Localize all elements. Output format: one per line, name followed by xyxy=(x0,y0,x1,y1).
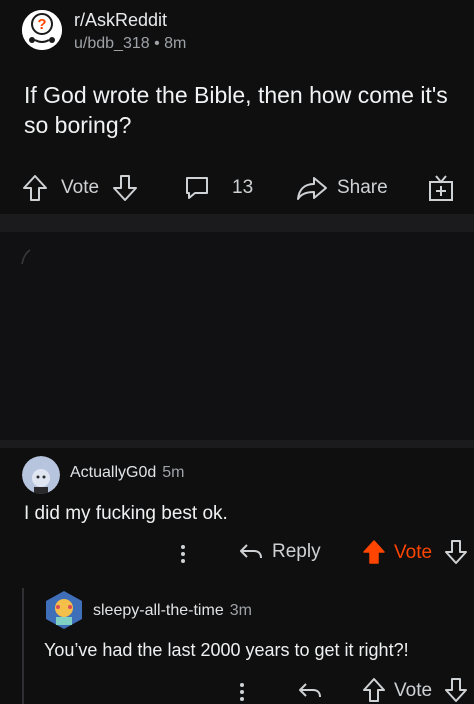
share-icon xyxy=(297,177,327,200)
comment-body[interactable]: I did my fucking best ok. xyxy=(24,503,228,525)
post-vote-label: Vote xyxy=(61,177,100,198)
reply-label: Reply xyxy=(272,541,321,562)
comment-actions: Vote xyxy=(0,675,474,704)
meta-separator: • xyxy=(154,35,160,52)
avatar[interactable] xyxy=(22,456,60,494)
reply-icon xyxy=(299,683,321,698)
post-downvote-button[interactable] xyxy=(112,168,138,208)
askreddit-icon[interactable]: ? xyxy=(22,10,62,50)
comment-author-row: ActuallyG0d 5m xyxy=(70,464,185,482)
upvote-icon xyxy=(23,175,47,201)
section-divider xyxy=(0,214,474,232)
post-title[interactable]: If God wrote the Bible, then how come it… xyxy=(24,80,454,140)
post-header: ? r/AskReddit u/bdb_318 • 8m xyxy=(22,8,452,58)
post-media-area xyxy=(0,232,474,440)
comment-actions: Reply Vote xyxy=(0,537,474,567)
comment-time: 5m xyxy=(162,464,185,481)
comment-reply: sleepy-all-the-time 3m You’ve had the las… xyxy=(0,588,474,704)
svg-text:?: ? xyxy=(37,16,46,33)
comment-upvote-button[interactable] xyxy=(362,539,386,571)
award-button[interactable] xyxy=(428,168,454,208)
downvote-icon xyxy=(445,678,467,702)
post-age: 8m xyxy=(164,35,187,52)
comment-icon xyxy=(186,177,208,199)
more-button[interactable] xyxy=(178,543,188,571)
post-upvote-button[interactable] xyxy=(22,168,48,208)
comment: ActuallyG0d 5m I did my fucking best ok. … xyxy=(0,448,474,588)
share-button[interactable] xyxy=(296,168,328,208)
downvote-icon xyxy=(445,540,467,564)
section-divider-2 xyxy=(0,440,474,448)
post-meta: u/bdb_318 • 8m xyxy=(74,35,186,53)
share-label: Share xyxy=(337,177,388,198)
subreddit-name[interactable]: r/AskReddit xyxy=(74,10,167,31)
comment-body[interactable]: You’ve had the last 2000 years to get it… xyxy=(44,640,409,661)
upvote-icon xyxy=(363,678,385,702)
post-action-bar: Vote 13 Share xyxy=(0,168,474,208)
comment-vote-label: Vote xyxy=(394,542,433,563)
comment-vote-label: Vote xyxy=(394,680,433,701)
avatar[interactable] xyxy=(44,590,84,630)
more-icon xyxy=(240,683,244,701)
downvote-icon xyxy=(113,175,137,201)
comment-upvote-button[interactable] xyxy=(362,677,386,704)
comments-button[interactable] xyxy=(183,168,211,208)
comment-downvote-button[interactable] xyxy=(444,677,468,704)
comment-downvote-button[interactable] xyxy=(444,539,468,571)
more-icon xyxy=(181,545,185,563)
comment-author-row: sleepy-all-the-time 3m xyxy=(93,602,252,620)
comment-author[interactable]: ActuallyG0d xyxy=(70,464,156,481)
more-button[interactable] xyxy=(237,681,247,704)
comment-count: 13 xyxy=(232,177,254,198)
reply-icon xyxy=(240,544,262,559)
award-icon xyxy=(429,175,453,201)
reply-button[interactable] xyxy=(297,681,323,704)
post-author[interactable]: u/bdb_318 xyxy=(74,35,150,52)
reply-button[interactable]: Reply xyxy=(238,541,321,563)
upvote-icon xyxy=(363,540,385,564)
comment-time: 3m xyxy=(229,602,252,619)
comment-author[interactable]: sleepy-all-the-time xyxy=(93,602,224,619)
